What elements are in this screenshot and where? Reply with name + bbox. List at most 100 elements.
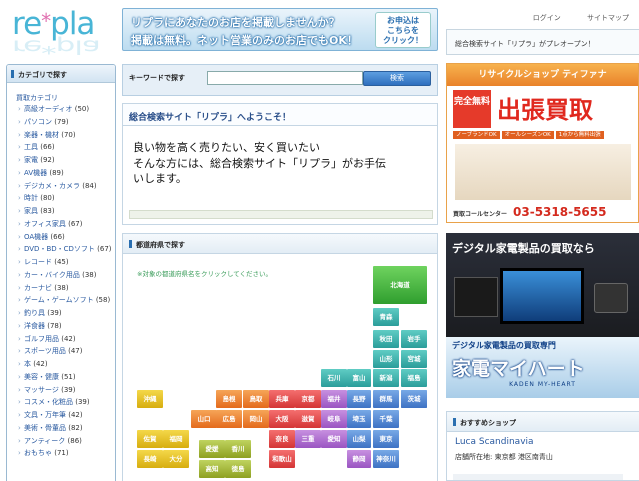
prefecture-button[interactable]: 山形 bbox=[373, 350, 399, 368]
category-item[interactable]: パソコン (79) bbox=[18, 118, 115, 127]
category-item[interactable]: 釣り具 (39) bbox=[18, 309, 115, 318]
category-label: カーナビ bbox=[24, 283, 52, 292]
prefecture-button[interactable]: 埼玉 bbox=[347, 410, 371, 428]
banner-cta[interactable]: お申込は こちらを クリック！ bbox=[375, 12, 431, 48]
prefecture-button[interactable]: 新潟 bbox=[373, 369, 399, 387]
prefecture-button[interactable]: 佐賀 bbox=[137, 430, 163, 448]
welcome-panel: 総合検索サイト「リプラ」へようこそ！ 良い物を高く売りたい、安く買いたい そんな… bbox=[122, 103, 438, 225]
prefecture-button[interactable]: 三重 bbox=[295, 430, 321, 448]
prefecture-button[interactable]: 香川 bbox=[225, 440, 251, 458]
category-item[interactable]: 洋食器 (78) bbox=[18, 322, 115, 331]
prefecture-button[interactable]: 奈良 bbox=[269, 430, 295, 448]
prefecture-button[interactable]: 岐阜 bbox=[321, 410, 347, 428]
category-item[interactable]: 文具・万年筆 (42) bbox=[18, 411, 115, 420]
prefecture-button[interactable]: 秋田 bbox=[373, 330, 399, 348]
category-item[interactable]: オフィス家具 (67) bbox=[18, 220, 115, 229]
category-item[interactable]: 家具 (83) bbox=[18, 207, 115, 216]
keyword-search: キーワードで探す 検索 bbox=[122, 64, 438, 96]
prefecture-button[interactable]: 広島 bbox=[216, 410, 242, 428]
prefecture-button[interactable]: 福岡 bbox=[163, 430, 189, 448]
site-logo[interactable]: re*pla re*pla bbox=[12, 6, 112, 60]
camera-image bbox=[594, 283, 628, 313]
prefecture-button[interactable]: 高知 bbox=[199, 460, 225, 478]
prefecture-button[interactable]: 岩手 bbox=[401, 330, 427, 348]
prefecture-button[interactable]: 徳島 bbox=[225, 460, 251, 478]
category-item[interactable]: レコード (45) bbox=[18, 258, 115, 267]
prefecture-button[interactable]: 神奈川 bbox=[373, 450, 399, 468]
category-item[interactable]: ゴルフ用品 (42) bbox=[18, 335, 115, 344]
category-label: 家電 bbox=[24, 156, 38, 164]
header-links: ログイン サイトマップ bbox=[509, 13, 629, 23]
category-count: (39) bbox=[47, 309, 62, 317]
category-count: (70) bbox=[61, 130, 76, 139]
welcome-title: 総合検索サイト「リプラ」へようこそ！ bbox=[123, 104, 437, 126]
recommend-shop-link[interactable]: Luca Scandinavia bbox=[447, 432, 639, 447]
prefecture-button[interactable]: 山梨 bbox=[347, 430, 371, 448]
category-root-link[interactable]: 買取カテゴリ bbox=[7, 83, 115, 105]
category-label: 本 bbox=[24, 360, 31, 368]
prefecture-button[interactable]: 大分 bbox=[163, 450, 189, 468]
category-item[interactable]: DVD・BD・CDソフト (67) bbox=[18, 245, 115, 254]
category-item[interactable]: 時計 (80) bbox=[18, 194, 115, 203]
search-button[interactable]: 検索 bbox=[363, 71, 431, 86]
category-count: (83) bbox=[40, 207, 55, 215]
category-item[interactable]: カー・バイク用品 (38) bbox=[18, 271, 115, 280]
prefecture-button[interactable]: 山口 bbox=[191, 410, 217, 428]
prefecture-button[interactable]: 福島 bbox=[401, 369, 427, 387]
prefecture-button[interactable]: 茨城 bbox=[401, 390, 427, 408]
category-item[interactable]: 高級オーディオ (50) bbox=[18, 105, 115, 114]
prefecture-button[interactable]: 滋賀 bbox=[295, 410, 321, 428]
prefecture-button[interactable]: 沖縄 bbox=[137, 390, 163, 408]
prefecture-button[interactable]: 富山 bbox=[347, 369, 371, 387]
ad2-lower: デジタル家電製品の買取専門 家電マイハート KADEN MY-HEART bbox=[446, 337, 639, 398]
sitemap-link[interactable]: サイトマップ bbox=[587, 14, 629, 22]
category-item[interactable]: 美術・骨董品 (82) bbox=[18, 424, 115, 433]
category-item[interactable]: 楽器・機材 (70) bbox=[18, 131, 115, 140]
prefecture-button[interactable]: 宮城 bbox=[401, 350, 427, 368]
search-input[interactable] bbox=[207, 71, 363, 85]
category-item[interactable]: アンティーク (86) bbox=[18, 437, 115, 446]
prefecture-button[interactable]: 京都 bbox=[295, 390, 321, 408]
prefecture-button[interactable]: 千葉 bbox=[373, 410, 399, 428]
category-item[interactable]: マッサージ (39) bbox=[18, 386, 115, 395]
prefecture-button[interactable]: 大阪 bbox=[269, 410, 295, 428]
prefecture-button[interactable]: 福井 bbox=[321, 390, 347, 408]
category-count: (39) bbox=[61, 385, 76, 394]
prefecture-button[interactable]: 静岡 bbox=[347, 450, 371, 468]
category-item[interactable]: AV機器 (89) bbox=[18, 169, 115, 178]
category-item[interactable]: OA機器 (66) bbox=[18, 233, 115, 242]
category-item[interactable]: ゲーム・ゲームソフト (58) bbox=[18, 296, 115, 305]
prefecture-button[interactable]: 島根 bbox=[216, 390, 242, 408]
prefecture-button[interactable]: 長崎 bbox=[137, 450, 163, 468]
category-item[interactable]: カーナビ (38) bbox=[18, 284, 115, 293]
prefecture-button[interactable]: 岡山 bbox=[243, 410, 269, 428]
listing-promo-banner[interactable]: リプラにあなたのお店を掲載しませんか？ 掲載は無料。ネット営業のみのお店でもOK… bbox=[122, 8, 438, 51]
prefecture-button[interactable]: 兵庫 bbox=[269, 390, 295, 408]
category-count: (71) bbox=[54, 449, 69, 458]
category-item[interactable]: デジカメ・カメラ (84) bbox=[18, 182, 115, 191]
ad1-goods-image bbox=[455, 144, 631, 200]
category-count: (42) bbox=[33, 360, 48, 368]
prefecture-button[interactable]: 青森 bbox=[373, 308, 399, 326]
prefecture-button[interactable]: 鳥取 bbox=[243, 390, 269, 408]
category-item[interactable]: 本 (42) bbox=[18, 360, 115, 369]
category-count: (51) bbox=[61, 372, 76, 381]
category-item[interactable]: スポーツ用品 (47) bbox=[18, 347, 115, 356]
ad-kaden-myheart[interactable]: デジタル家電製品の買取なら デジタル家電製品の買取専門 家電マイハート KADE… bbox=[446, 233, 639, 398]
prefecture-button[interactable]: 和歌山 bbox=[269, 450, 295, 468]
category-item[interactable]: 工具 (66) bbox=[18, 143, 115, 152]
prefecture-button[interactable]: 東京 bbox=[373, 430, 399, 448]
category-item[interactable]: おもちゃ (71) bbox=[18, 449, 115, 458]
category-item[interactable]: コスメ・化粧品 (39) bbox=[18, 398, 115, 407]
prefecture-button[interactable]: 石川 bbox=[321, 369, 347, 387]
ad-tiffana[interactable]: リサイクルショップ ティファナ 完全無料 出張買取 ノーブランドOK オールシーズ… bbox=[446, 63, 639, 223]
login-link[interactable]: ログイン bbox=[533, 14, 561, 22]
prefecture-button[interactable]: 愛知 bbox=[321, 430, 347, 448]
category-item[interactable]: 美容・健康 (51) bbox=[18, 373, 115, 382]
category-item[interactable]: 家電 (92) bbox=[18, 156, 115, 165]
prefecture-button[interactable]: 北海道 bbox=[373, 266, 427, 304]
prefecture-button[interactable]: 愛媛 bbox=[199, 440, 225, 458]
prefecture-button[interactable]: 群馬 bbox=[373, 390, 399, 408]
banner-line-2: 掲載は無料。ネット営業のみのお店でもOK！ bbox=[131, 34, 358, 47]
prefecture-button[interactable]: 長野 bbox=[347, 390, 371, 408]
